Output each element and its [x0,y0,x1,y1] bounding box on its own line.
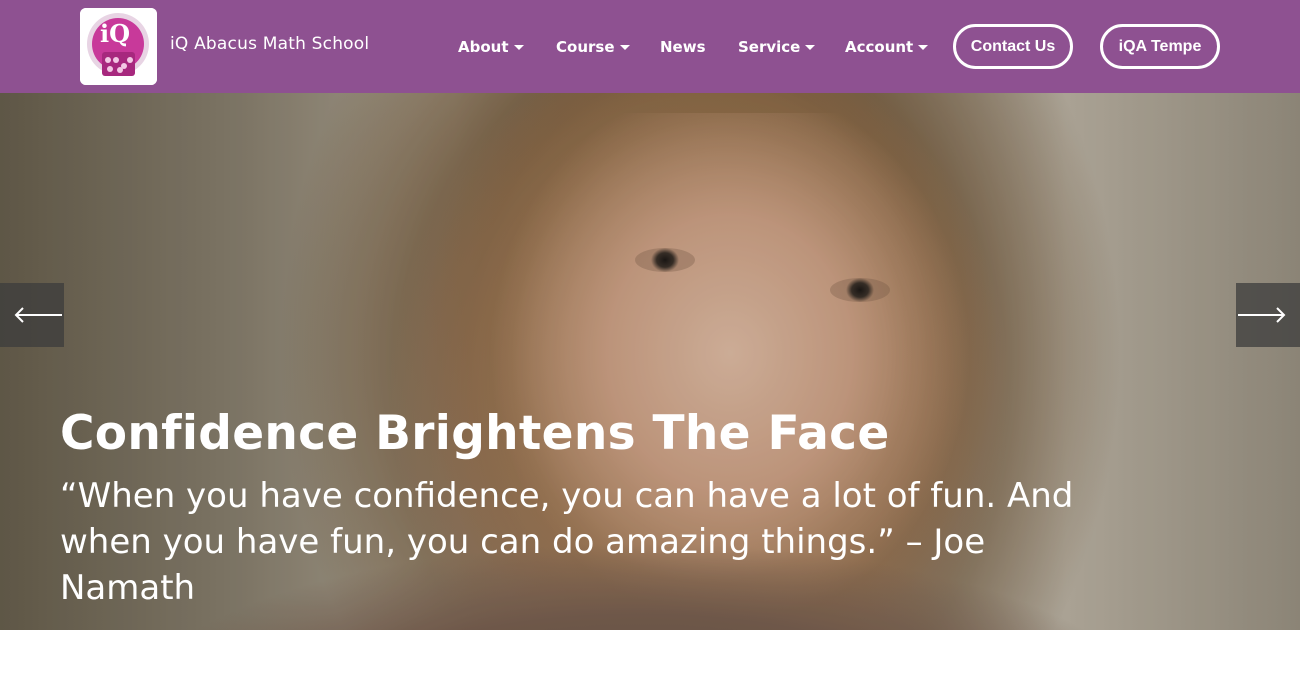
nav-news-label: News [660,38,706,56]
brand-name[interactable]: iQ Abacus Math School [170,34,369,54]
slider-next-button[interactable] [1236,283,1300,347]
caret-down-icon [805,44,816,50]
nav-account[interactable]: Account [845,36,929,58]
nav-service[interactable]: Service [738,36,816,58]
contact-us-button[interactable]: Contact Us [953,24,1073,69]
hero-slider: Confidence Brightens The Face “When you … [0,93,1300,630]
iq-abacus-logo: iQ [80,8,157,85]
nav-about-label: About [458,38,509,56]
svg-text:iQ: iQ [100,19,130,48]
caret-down-icon [918,44,929,50]
site-logo[interactable]: iQ [80,8,157,85]
hero-title: Confidence Brightens The Face [60,406,890,461]
caret-down-icon [513,44,524,50]
site-header: iQ iQ Abacus Math School About Course Ne… [0,0,1300,93]
hero-quote: “When you have confidence, you can have … [60,476,1074,608]
nav-about[interactable]: About [458,36,524,58]
caret-down-icon [619,44,630,50]
nav-account-label: Account [845,38,914,56]
nav-course-label: Course [556,38,615,56]
location-button[interactable]: iQA Tempe [1100,24,1220,69]
nav-service-label: Service [738,38,801,56]
nav-news[interactable]: News [660,36,706,58]
nav-course[interactable]: Course [556,36,630,58]
arrow-right-icon [1238,307,1286,323]
arrow-left-icon [14,307,62,323]
slider-prev-button[interactable] [0,283,64,347]
